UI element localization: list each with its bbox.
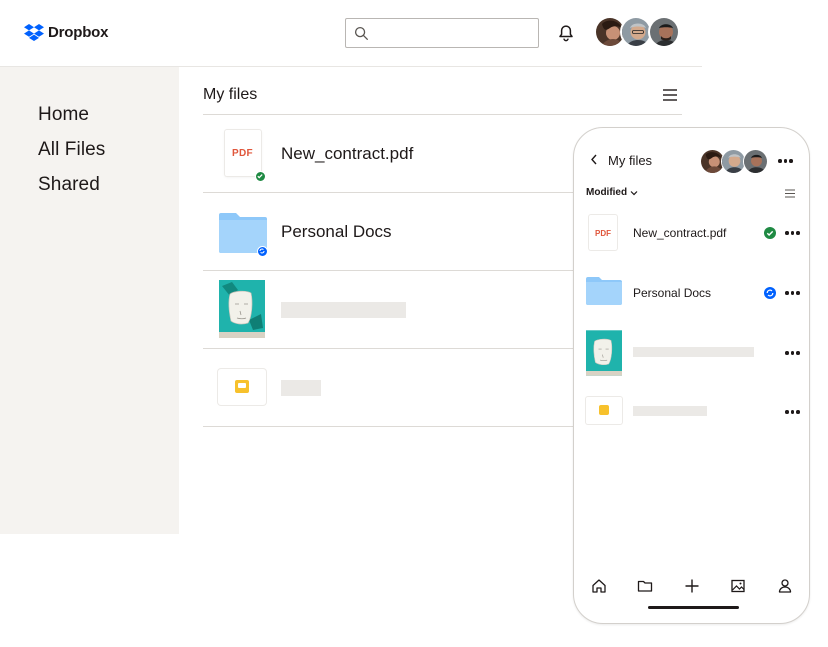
loading-placeholder bbox=[281, 302, 406, 318]
more-options-icon[interactable] bbox=[785, 291, 800, 295]
loading-placeholder bbox=[633, 406, 707, 416]
file-name: New_contract.pdf bbox=[281, 144, 414, 163]
collaborator-avatars[interactable] bbox=[594, 16, 684, 50]
more-options-icon[interactable] bbox=[785, 351, 800, 355]
sort-dropdown[interactable]: Modified bbox=[586, 187, 638, 198]
file-name: New_contract.pdf bbox=[633, 226, 727, 240]
photos-icon[interactable] bbox=[730, 578, 746, 594]
avatar[interactable] bbox=[648, 16, 680, 48]
search-icon bbox=[354, 26, 368, 40]
file-name: Personal Docs bbox=[633, 286, 712, 300]
loading-placeholder bbox=[633, 347, 754, 357]
syncing-icon bbox=[764, 287, 776, 299]
search-input[interactable] bbox=[345, 18, 539, 48]
slides-file-icon bbox=[586, 397, 622, 424]
folder-icon[interactable] bbox=[637, 578, 653, 594]
slides-file-icon bbox=[218, 369, 266, 405]
more-options-icon[interactable] bbox=[785, 231, 800, 235]
sidebar-item-home[interactable]: Home bbox=[38, 103, 179, 138]
mobile-file-row[interactable] bbox=[574, 384, 809, 440]
pdf-file-icon: PDF bbox=[589, 215, 617, 250]
synced-check-icon bbox=[255, 171, 266, 182]
folder-icon bbox=[586, 277, 622, 305]
mobile-header: My files bbox=[574, 128, 809, 188]
loading-placeholder bbox=[281, 380, 321, 396]
avatar[interactable] bbox=[743, 149, 768, 174]
sidebar: Home All Files Shared bbox=[0, 67, 179, 534]
more-options-icon[interactable] bbox=[778, 159, 793, 163]
list-view-icon[interactable] bbox=[785, 189, 795, 198]
file-list-header: My files bbox=[203, 67, 682, 115]
collaborator-avatars[interactable] bbox=[700, 149, 770, 175]
chevron-down-icon bbox=[630, 190, 638, 195]
home-icon[interactable] bbox=[591, 578, 607, 594]
sidebar-item-all-files[interactable]: All Files bbox=[38, 138, 179, 173]
mobile-bottom-nav bbox=[574, 578, 809, 602]
plus-icon[interactable] bbox=[684, 578, 700, 594]
sort-label: Modified bbox=[586, 187, 628, 198]
image-thumbnail bbox=[586, 330, 622, 376]
image-thumbnail bbox=[219, 280, 265, 338]
brand-name: Dropbox bbox=[48, 24, 109, 41]
home-indicator bbox=[648, 606, 739, 609]
pdf-label: PDF bbox=[232, 148, 253, 159]
more-options-icon[interactable] bbox=[785, 410, 800, 414]
pdf-file-icon: PDF bbox=[225, 130, 266, 182]
dropbox-logo[interactable]: Dropbox bbox=[24, 24, 108, 41]
top-bar: Dropbox bbox=[0, 0, 702, 67]
account-icon[interactable] bbox=[777, 578, 793, 594]
mobile-file-row[interactable] bbox=[574, 325, 809, 381]
syncing-icon bbox=[257, 246, 268, 257]
bell-icon[interactable] bbox=[556, 22, 576, 42]
file-name: Personal Docs bbox=[281, 222, 392, 241]
mobile-app-window: My files Modified PDF New_contract.pdf P… bbox=[573, 127, 810, 624]
dropbox-icon bbox=[24, 24, 44, 41]
list-view-icon[interactable] bbox=[663, 89, 677, 101]
pdf-label: PDF bbox=[595, 229, 611, 238]
mobile-file-row[interactable]: PDF New_contract.pdf bbox=[574, 207, 809, 263]
page-title: My files bbox=[203, 86, 258, 103]
back-chevron-icon[interactable] bbox=[590, 154, 598, 165]
sidebar-item-shared[interactable]: Shared bbox=[38, 173, 179, 208]
mobile-file-row[interactable]: Personal Docs bbox=[574, 266, 809, 322]
synced-check-icon bbox=[764, 227, 776, 239]
mobile-page-title: My files bbox=[608, 153, 653, 168]
